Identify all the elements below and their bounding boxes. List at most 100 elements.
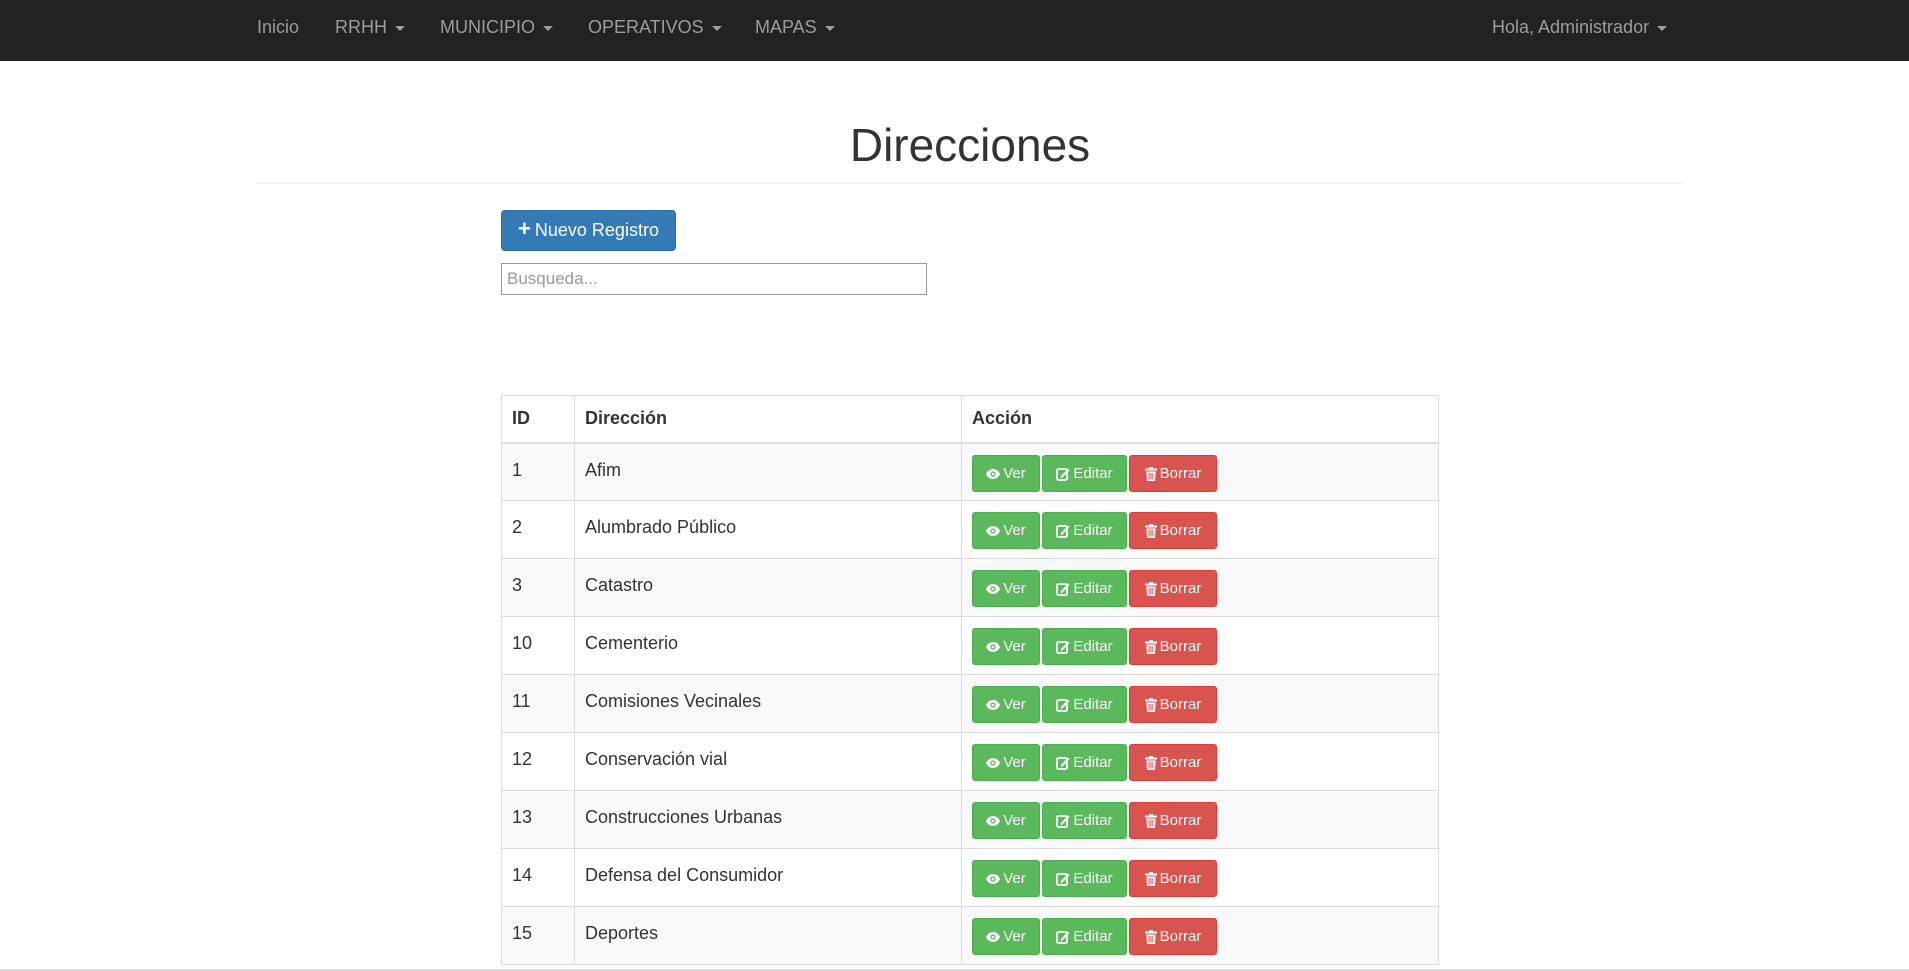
delete-label: Borrar (1159, 870, 1202, 887)
nav-inicio[interactable]: Inicio (257, 0, 299, 61)
edit-button[interactable]: Editar (1042, 744, 1127, 781)
delete-button[interactable]: Borrar (1129, 628, 1217, 665)
edit-button[interactable]: Editar (1042, 918, 1127, 955)
eye-icon (986, 874, 1001, 885)
edit-icon (1056, 756, 1070, 770)
view-label: Ver (1003, 638, 1026, 655)
delete-label: Borrar (1159, 638, 1202, 655)
nav-operativos-dropdown[interactable]: OPERATIVOS (588, 0, 722, 61)
edit-button[interactable]: Editar (1042, 454, 1127, 492)
view-button[interactable]: Ver (972, 860, 1040, 897)
view-label: Ver (1003, 928, 1026, 945)
nav-operativos-label: OPERATIVOS (588, 17, 704, 37)
nav-rrhh-label: RRHH (335, 17, 387, 37)
view-label: Ver (1003, 812, 1026, 829)
delete-label: Borrar (1159, 522, 1202, 539)
edit-label: Editar (1073, 522, 1113, 539)
edit-button[interactable]: Editar (1042, 686, 1127, 723)
edit-icon (1056, 640, 1070, 654)
row-actions: Ver Editar Borrar (961, 442, 1439, 501)
view-label: Ver (1003, 870, 1026, 887)
new-record-label: Nuevo Registro (534, 220, 659, 240)
edit-button[interactable]: Editar (1042, 860, 1127, 897)
row-direccion: Catastro (574, 558, 962, 617)
table-row: 13 Construcciones Urbanas Ver Editar Borrar (501, 790, 1439, 849)
row-id: 15 (501, 906, 575, 965)
delete-button[interactable]: Borrar (1129, 802, 1217, 839)
edit-button[interactable]: Editar (1042, 802, 1127, 839)
nav-municipio-label: MUNICIPIO (440, 17, 536, 37)
row-actions: Ver Editar Borrar (961, 558, 1439, 617)
delete-label: Borrar (1159, 580, 1202, 597)
trash-icon (1144, 466, 1157, 481)
row-direccion: Comisiones Vecinales (574, 674, 962, 733)
eye-icon (986, 700, 1001, 711)
view-button[interactable]: Ver (972, 454, 1040, 492)
header-id: ID (501, 395, 575, 444)
edit-button[interactable]: Editar (1042, 512, 1127, 549)
user-menu-dropdown[interactable]: Hola, Administrador (1492, 0, 1668, 61)
view-button[interactable]: Ver (972, 802, 1040, 839)
search-input[interactable] (501, 263, 927, 295)
title-divider (257, 183, 1683, 184)
delete-button[interactable]: Borrar (1129, 570, 1217, 607)
delete-button[interactable]: Borrar (1129, 512, 1217, 549)
edit-button[interactable]: Editar (1042, 628, 1127, 665)
row-id: 12 (501, 732, 575, 791)
trash-icon (1144, 872, 1157, 887)
directions-table: ID Dirección Acción 1 Afim Ver Editar Borrar… (501, 395, 1439, 965)
view-button[interactable]: Ver (972, 744, 1040, 781)
view-button[interactable]: Ver (972, 686, 1040, 723)
caret-down-icon (1657, 25, 1668, 31)
row-actions: Ver Editar Borrar (961, 732, 1439, 791)
delete-button[interactable]: Borrar (1129, 744, 1217, 781)
edit-label: Editar (1073, 580, 1113, 597)
top-navbar: Inicio RRHH MUNICIPIO OPERATIVOS MAPAS H… (0, 0, 1909, 61)
view-button[interactable]: Ver (972, 512, 1040, 549)
row-id: 2 (501, 500, 575, 559)
nav-municipio-dropdown[interactable]: MUNICIPIO (440, 0, 554, 61)
edit-label: Editar (1073, 928, 1113, 945)
row-id: 10 (501, 616, 575, 675)
trash-icon (1144, 524, 1157, 539)
new-record-button[interactable]: + Nuevo Registro (501, 210, 676, 251)
table-header-row: ID Dirección Acción (501, 395, 1439, 444)
plus-icon: + (518, 216, 531, 241)
eye-icon (986, 932, 1001, 943)
row-direccion: Conservación vial (574, 732, 962, 791)
delete-button[interactable]: Borrar (1129, 918, 1217, 955)
edit-label: Editar (1073, 870, 1113, 887)
table-row: 14 Defensa del Consumidor Ver Editar Borrar (501, 848, 1439, 907)
view-label: Ver (1003, 696, 1026, 713)
edit-icon (1056, 814, 1070, 828)
delete-button[interactable]: Borrar (1129, 454, 1217, 492)
row-direccion: Construcciones Urbanas (574, 790, 962, 849)
row-direccion: Deportes (574, 906, 962, 965)
edit-icon (1056, 930, 1070, 944)
table-row: 1 Afim Ver Editar Borrar (501, 442, 1439, 501)
row-id: 1 (501, 442, 575, 501)
header-accion: Acción (961, 395, 1439, 444)
delete-button[interactable]: Borrar (1129, 860, 1217, 897)
row-direccion: Alumbrado Público (574, 500, 962, 559)
nav-rrhh-dropdown[interactable]: RRHH (335, 0, 405, 61)
row-id: 11 (501, 674, 575, 733)
delete-button[interactable]: Borrar (1129, 686, 1217, 723)
row-actions: Ver Editar Borrar (961, 500, 1439, 559)
view-button[interactable]: Ver (972, 570, 1040, 607)
caret-down-icon (711, 25, 722, 31)
row-actions: Ver Editar Borrar (961, 906, 1439, 965)
edit-button[interactable]: Editar (1042, 570, 1127, 607)
header-direccion: Dirección (574, 395, 962, 444)
table-row: 2 Alumbrado Público Ver Editar Borrar (501, 500, 1439, 559)
view-button[interactable]: Ver (972, 628, 1040, 665)
view-button[interactable]: Ver (972, 918, 1040, 955)
row-direccion: Defensa del Consumidor (574, 848, 962, 907)
edit-label: Editar (1073, 812, 1113, 829)
row-actions: Ver Editar Borrar (961, 616, 1439, 675)
table-row: 15 Deportes Ver Editar Borrar (501, 906, 1439, 965)
eye-icon (986, 526, 1001, 537)
nav-mapas-dropdown[interactable]: MAPAS (755, 0, 835, 61)
edit-icon (1056, 524, 1070, 538)
edit-icon (1056, 698, 1070, 712)
